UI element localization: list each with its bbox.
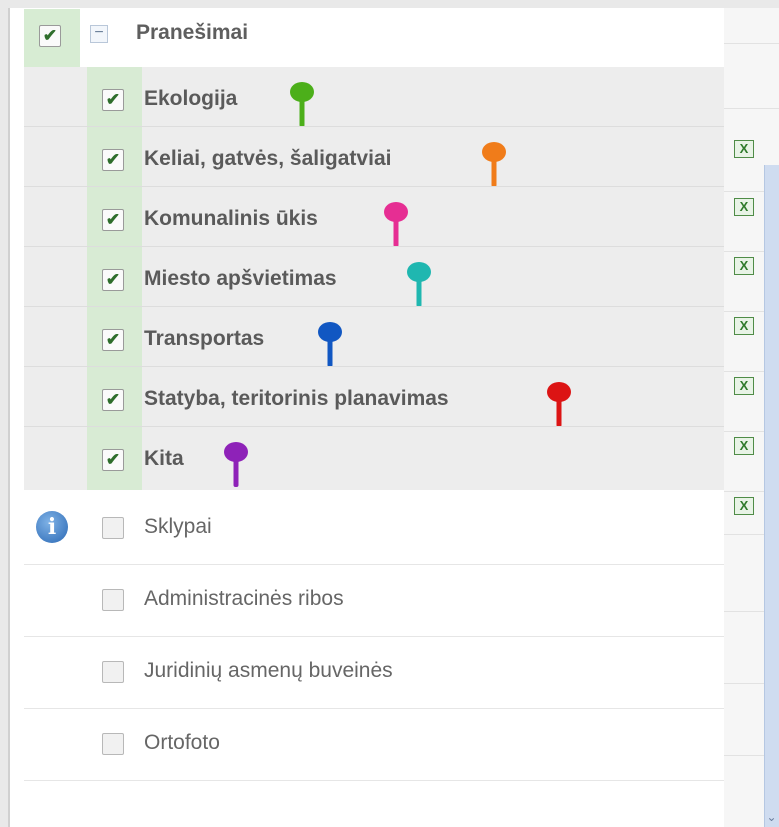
group-checkbox[interactable]: ✔	[39, 25, 61, 47]
category-label: Kita	[144, 447, 184, 470]
layer-checkbox[interactable]	[102, 589, 124, 611]
layer-label: Ortofoto	[144, 731, 220, 754]
category-row[interactable]: ✔ Miesto apšvietimas	[24, 247, 724, 307]
category-label: Transportas	[144, 327, 265, 350]
pin-stem	[393, 219, 399, 247]
map-pin-icon	[318, 322, 342, 367]
category-label: Ekologija	[144, 87, 238, 110]
scroll-down-arrow-icon[interactable]: ⌄	[764, 808, 779, 827]
category-row[interactable]: ✔ Komunalinis ūkis	[24, 187, 724, 247]
category-label: Statyba, teritorinis planavimas	[144, 387, 449, 410]
group-checkbox-cell: ✔	[24, 9, 80, 67]
excel-export-icon[interactable]: X	[734, 257, 754, 275]
category-row[interactable]: ✔ Statyba, teritorinis planavimas	[24, 367, 724, 427]
category-row[interactable]: ✔ Keliai, gatvės, šaligatviai	[24, 127, 724, 187]
group-label: Pranešimai	[136, 21, 249, 44]
category-checkbox[interactable]: ✔	[102, 329, 124, 351]
excel-export-icon[interactable]: X	[734, 140, 754, 158]
category-checkbox[interactable]: ✔	[102, 149, 124, 171]
category-label: Komunalinis ūkis	[144, 207, 318, 230]
pin-stem	[327, 339, 333, 367]
info-icon[interactable]: i	[36, 511, 68, 543]
category-row[interactable]: ✔ Kita	[24, 427, 724, 490]
layer-label: Administracinės ribos	[144, 587, 344, 610]
layer-row[interactable]: Ortofoto	[24, 709, 724, 781]
excel-export-icon[interactable]: X	[734, 377, 754, 395]
category-checkbox[interactable]: ✔	[102, 269, 124, 291]
pin-stem	[416, 279, 422, 307]
map-pin-icon	[290, 82, 314, 127]
category-label: Keliai, gatvės, šaligatviai	[144, 147, 392, 170]
excel-export-icon[interactable]: X	[734, 497, 754, 515]
pin-stem	[491, 159, 497, 187]
pin-stem	[233, 459, 239, 487]
layer-checkbox[interactable]	[102, 661, 124, 683]
collapse-toggle-icon[interactable]: −	[90, 25, 108, 43]
category-row[interactable]: ✔ Ekologija	[24, 67, 724, 127]
excel-export-icon[interactable]: X	[734, 198, 754, 216]
map-pin-icon	[384, 202, 408, 247]
category-checkbox[interactable]: ✔	[102, 389, 124, 411]
excel-export-icon[interactable]: X	[734, 437, 754, 455]
map-pin-icon	[482, 142, 506, 187]
category-checkbox[interactable]: ✔	[102, 449, 124, 471]
pin-stem	[299, 99, 305, 127]
layer-row[interactable]: i Sklypai	[24, 493, 724, 565]
layer-checkbox[interactable]	[102, 517, 124, 539]
pin-stem	[556, 399, 562, 427]
scrollbar-track[interactable]	[764, 165, 779, 827]
map-pin-icon	[224, 442, 248, 487]
category-list: ✔ Ekologija ✔ Keliai, gatvės, šaligatvia…	[24, 67, 724, 490]
group-header-row: ✔ − Pranešimai	[24, 9, 724, 67]
excel-export-icon[interactable]: X	[734, 317, 754, 335]
category-checkbox[interactable]: ✔	[102, 89, 124, 111]
category-row[interactable]: ✔ Transportas	[24, 307, 724, 367]
category-checkbox[interactable]: ✔	[102, 209, 124, 231]
layer-label: Juridinių asmenų buveinės	[144, 659, 393, 682]
layer-row[interactable]: Administracinės ribos	[24, 565, 724, 637]
layer-row[interactable]: Juridinių asmenų buveinės	[24, 637, 724, 709]
layer-checkbox[interactable]	[102, 733, 124, 755]
layer-label: Sklypai	[144, 515, 212, 538]
map-pin-icon	[407, 262, 431, 307]
map-pin-icon	[547, 382, 571, 427]
category-label: Miesto apšvietimas	[144, 267, 337, 290]
